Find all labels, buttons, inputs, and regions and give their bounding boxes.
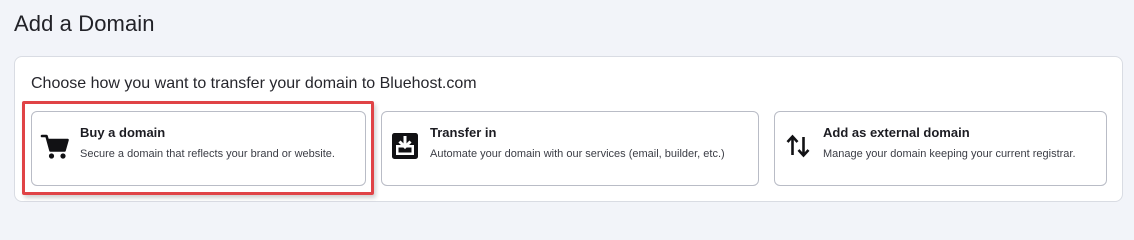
external-domain-title: Add as external domain <box>823 125 970 140</box>
up-down-arrows-icon <box>786 134 810 158</box>
transfer-in-option[interactable]: Transfer in Automate your domain with ou… <box>381 111 759 186</box>
panel-heading: Choose how you want to transfer your dom… <box>31 75 477 92</box>
cart-icon <box>40 134 69 159</box>
transfer-in-title: Transfer in <box>430 125 497 140</box>
external-domain-description: Manage your domain keeping your current … <box>823 148 1076 160</box>
external-domain-option[interactable]: Add as external domain Manage your domai… <box>774 111 1107 186</box>
buy-domain-title: Buy a domain <box>80 125 166 140</box>
transfer-in-icon <box>392 133 418 159</box>
transfer-in-description: Automate your domain with our services (… <box>430 148 725 160</box>
page-title: Add a Domain <box>14 11 155 36</box>
domain-options-panel: Choose how you want to transfer your dom… <box>14 56 1123 202</box>
buy-domain-option[interactable]: Buy a domain Secure a domain that reflec… <box>31 111 366 186</box>
buy-domain-description: Secure a domain that reflects your brand… <box>80 148 335 160</box>
